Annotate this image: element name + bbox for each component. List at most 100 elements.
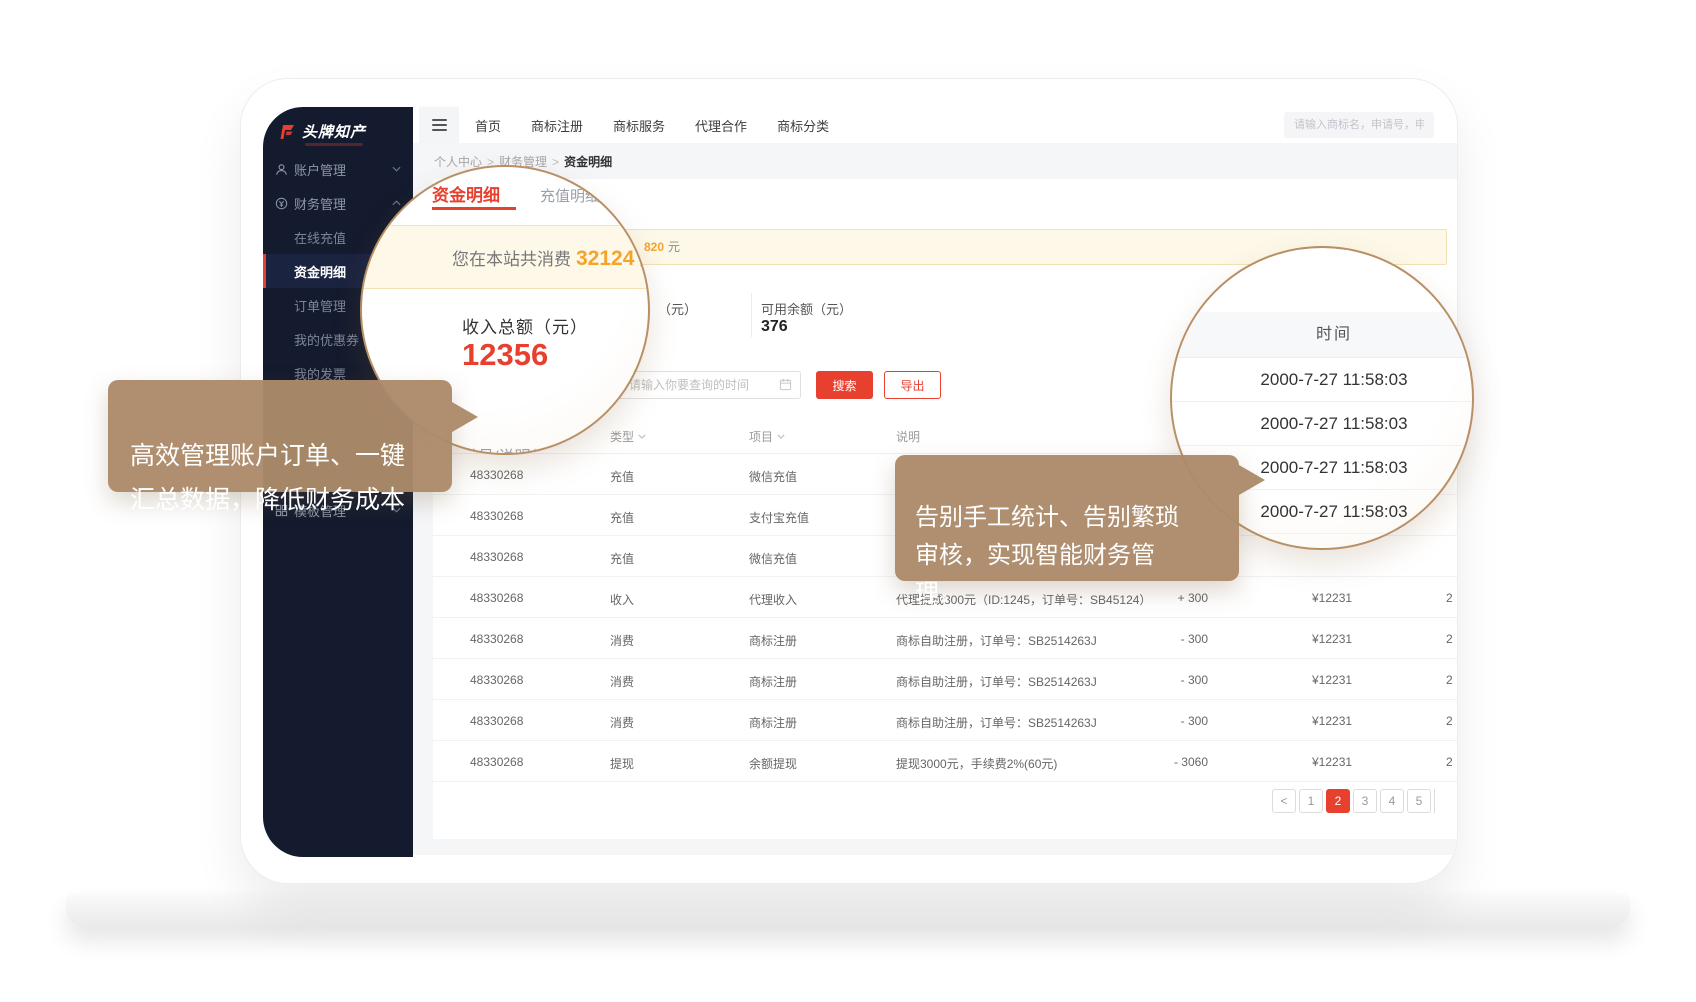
header-type[interactable]: 类型 — [610, 428, 646, 445]
cell-time: 2 — [1446, 714, 1453, 728]
cell-time: 2 — [1446, 632, 1453, 646]
page-button-partial — [1434, 789, 1448, 813]
cell-balance: ¥12231 — [1312, 591, 1352, 605]
sidebar-item-label: 我的优惠券 — [294, 330, 359, 349]
pagination: <12345 — [1272, 789, 1448, 813]
magnified-notice-text: 您在本站共消费32124元 — [452, 245, 650, 271]
cell-amount: - 300 — [1133, 714, 1208, 728]
sidebar-item-label: 账户管理 — [294, 160, 346, 179]
sidebar-item-label: 在线充值 — [294, 228, 346, 247]
nav-link-1[interactable]: 商标注册 — [531, 116, 583, 135]
nav-link-4[interactable]: 商标分类 — [777, 116, 829, 135]
table-row: 48330268消费商标注册商标自助注册，订单号：SB2514263J- 300… — [433, 700, 1458, 741]
cell-order: 48330268 — [470, 714, 523, 728]
cell-type: 消费 — [610, 632, 634, 649]
brand-tagline — [305, 143, 363, 146]
table-row: 48330268 消费 商标注册 商标自助注册，订单号：SB2514263J - 300… — [433, 659, 1458, 700]
laptop-base — [66, 893, 1630, 927]
cell-desc: 商标自助注册，订单号：SB2514263J — [896, 673, 1097, 690]
nav-links: 首页 商标注册 商标服务 代理合作 商标分类 — [475, 107, 829, 143]
prev-page-button[interactable]: < — [1272, 789, 1296, 813]
balance-value: 376 — [761, 318, 788, 336]
sort-caret-icon — [638, 434, 646, 439]
cell-amount: - 300 — [1133, 632, 1208, 646]
magnified-notice-value: 32124 — [576, 247, 634, 270]
magnified-time-row: 2000-7-27 11:58:03 — [1172, 402, 1472, 446]
menu-icon[interactable] — [419, 107, 459, 143]
cell-order: 48330268 — [470, 755, 523, 769]
top-navbar: 首页 商标注册 商标服务 代理合作 商标分类 — [413, 107, 1457, 143]
nav-link-0[interactable]: 首页 — [475, 116, 501, 135]
cell-amount: + 300 — [1133, 591, 1208, 605]
cell-amount: - 3060 — [1133, 755, 1208, 769]
cell-time: 2 — [1446, 673, 1453, 687]
cell-time: 2 — [1446, 755, 1453, 769]
page-button-3[interactable]: 3 — [1353, 789, 1377, 813]
magnified-tab-inactive: 充值明细 — [540, 185, 600, 206]
sidebar-item-label: 资金明细 — [294, 262, 346, 281]
cell-project: 支付宝充值 — [749, 509, 809, 526]
cell-type: 消费 — [610, 673, 634, 690]
cell-order: 48330268 — [470, 673, 523, 687]
cell-time: 2 — [1446, 591, 1453, 605]
cell-order: 48330268 — [470, 550, 523, 564]
brand-logo-icon — [279, 124, 297, 140]
callout-right: 告别手工统计、告别繁琐 审核，实现智能财务管 理。 — [895, 455, 1239, 581]
nav-link-3[interactable]: 代理合作 — [695, 116, 747, 135]
cell-type: 充值 — [610, 509, 634, 526]
brand-logo: 头牌知产 — [279, 121, 366, 142]
calendar-icon — [779, 378, 792, 396]
magnified-time-row: 2000-7-27 11:58:03 — [1172, 358, 1472, 402]
search-input[interactable] — [1284, 112, 1434, 138]
callout-left: 高效管理账户订单、一键 汇总数据，降低财务成本 — [108, 380, 452, 492]
search-button[interactable]: 搜索 — [816, 371, 873, 399]
notice-fragment: 820元 — [644, 230, 680, 264]
page-button-1[interactable]: 1 — [1299, 789, 1323, 813]
page-button-5[interactable]: 5 — [1407, 789, 1431, 813]
cell-project: 代理收入 — [749, 591, 797, 608]
cell-project: 商标注册 — [749, 714, 797, 731]
cell-order: 48330268 — [470, 468, 523, 482]
stat-col2-label: （元） — [658, 299, 697, 318]
callout-left-arrow-icon — [452, 402, 478, 432]
callout-right-arrow-icon — [1239, 465, 1265, 495]
income-label: 收入总额（元） — [462, 313, 588, 338]
export-button[interactable]: 导出 — [884, 371, 941, 399]
cell-desc: 提现3000元，手续费2%(60元) — [896, 755, 1057, 772]
time-column-header: 时间 — [1172, 312, 1472, 358]
date-input[interactable] — [616, 371, 801, 399]
table-row: 48330268提现余额提现提现3000元，手续费2%(60元)- 3060¥1… — [433, 741, 1458, 782]
finance-icon — [275, 197, 288, 210]
cell-type: 充值 — [610, 468, 634, 485]
cell-desc: 商标自助注册，订单号：SB2514263J — [896, 714, 1097, 731]
cell-type: 收入 — [610, 591, 634, 608]
brand-name: 头牌知产 — [302, 121, 366, 142]
income-value: 12356 — [462, 337, 548, 373]
user-icon — [275, 163, 288, 176]
sort-caret-icon — [777, 434, 785, 439]
cell-balance: ¥12231 — [1312, 632, 1352, 646]
table-row: 48330268消费商标注册商标自助注册，订单号：SB2514263J- 300… — [433, 618, 1458, 659]
sidebar-item-finance[interactable]: 财务管理 — [263, 186, 413, 220]
chevron-down-icon — [392, 166, 401, 172]
cell-balance: ¥12231 — [1312, 755, 1352, 769]
cell-type: 提现 — [610, 755, 634, 772]
balance-label: 可用余额（元） — [761, 299, 852, 318]
magnified-tab-underline — [432, 207, 516, 210]
sidebar-item-label: 财务管理 — [294, 194, 346, 213]
magnified-tab-active: 资金明细 — [432, 181, 500, 206]
cell-project: 商标注册 — [749, 673, 797, 690]
callout-left-text: 高效管理账户订单、一键 汇总数据，降低财务成本 — [130, 442, 405, 514]
sidebar-item-account[interactable]: 账户管理 — [263, 152, 413, 186]
sidebar-item-label: 订单管理 — [294, 296, 346, 315]
page-button-2[interactable]: 2 — [1326, 789, 1350, 813]
nav-link-2[interactable]: 商标服务 — [613, 116, 665, 135]
page-button-4[interactable]: 4 — [1380, 789, 1404, 813]
header-project[interactable]: 项目 — [749, 428, 785, 445]
cell-project: 商标注册 — [749, 632, 797, 649]
notice-fragment-unit: 元 — [668, 240, 680, 254]
cell-order: 48330268 — [470, 632, 523, 646]
cell-amount: - 300 — [1133, 673, 1208, 687]
cell-project: 微信充值 — [749, 468, 797, 485]
stat-divider — [751, 293, 752, 337]
